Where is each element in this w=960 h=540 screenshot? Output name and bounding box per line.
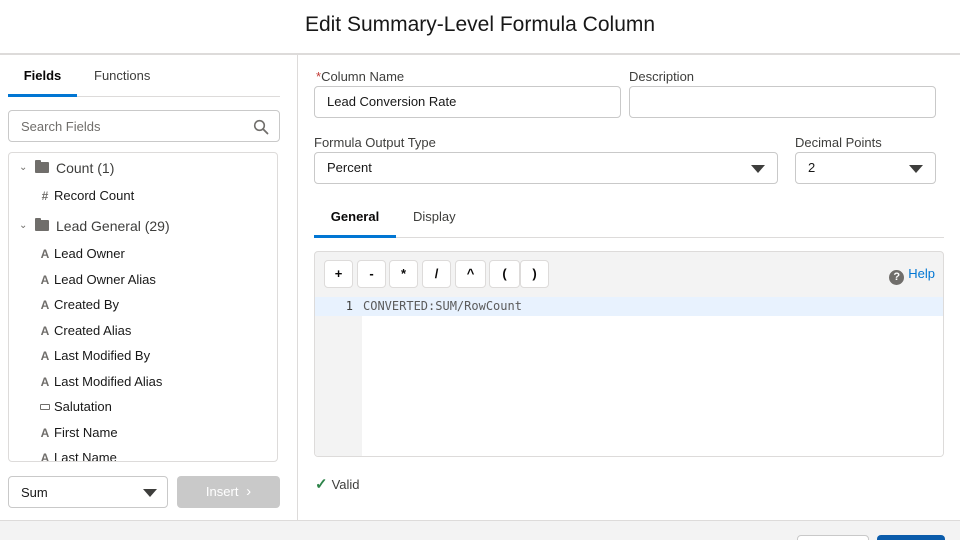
tree-item-label: Created By: [54, 297, 120, 312]
search-fields-input[interactable]: Search Fields: [8, 110, 280, 142]
tree-group-count[interactable]: ⌄ Count (1): [9, 156, 277, 180]
tree-item[interactable]: A Last Name: [9, 446, 277, 462]
picklist-icon: [40, 404, 50, 410]
modal-title: Edit Summary-Level Formula Column: [304, 13, 656, 36]
output-type-value: Percent: [327, 160, 372, 175]
folder-icon: [35, 218, 49, 231]
tree-item[interactable]: A Lead Owner Alias: [9, 268, 277, 292]
divide-operator-button[interactable]: /: [422, 260, 451, 288]
validation-text: Valid: [331, 477, 360, 492]
tab-general[interactable]: General: [314, 202, 396, 238]
tree-group-label: Lead General (29): [56, 218, 170, 234]
tree-item[interactable]: A First Name: [9, 421, 277, 445]
chevron-down-icon: [909, 165, 923, 173]
insert-button[interactable]: Insert ›: [177, 476, 280, 508]
checkmark-icon: ✓: [315, 476, 328, 493]
tree-group-lead-general[interactable]: ⌄ Lead General (29): [9, 214, 277, 238]
field-tree: ⌄ Count (1) # Record Count ⌄ Lead Genera…: [8, 152, 278, 462]
decimal-points-select[interactable]: 2: [795, 152, 936, 184]
formula-code[interactable]: CONVERTED:SUM/RowCount: [363, 299, 522, 313]
open-paren-button[interactable]: (: [489, 260, 520, 288]
column-name-label: *Column Name: [316, 69, 404, 84]
line-gutter: [315, 297, 362, 456]
text-icon: A: [40, 324, 50, 338]
description-label: Description: [629, 69, 695, 84]
column-name-input[interactable]: Lead Conversion Rate: [314, 86, 621, 118]
column-name-label-text: Column Name: [321, 69, 405, 84]
tree-item-label: Lead Owner Alias: [54, 272, 156, 287]
folder-icon: [35, 160, 49, 173]
tab-display[interactable]: Display: [413, 202, 456, 238]
text-icon: A: [40, 273, 50, 287]
help-icon: ?: [889, 270, 905, 285]
text-icon: A: [40, 426, 50, 440]
tab-functions[interactable]: Functions: [94, 55, 150, 97]
chevron-right-icon: ›: [246, 483, 252, 500]
tree-group-label: Count (1): [56, 160, 115, 176]
number-icon: #: [41, 189, 49, 203]
output-type-select[interactable]: Percent: [314, 152, 778, 184]
summary-type-value: Sum: [21, 485, 48, 500]
tree-item-label: Last Modified Alias: [54, 374, 163, 389]
tree-item-label: Created Alias: [54, 323, 132, 338]
insert-label: Insert: [205, 484, 239, 499]
search-placeholder: Search Fields: [21, 119, 101, 134]
tree-item[interactable]: A Last Modified Alias: [9, 370, 277, 394]
apply-button[interactable]: [877, 535, 945, 540]
tree-item-label: Last Name: [54, 450, 117, 462]
text-icon: A: [40, 298, 50, 312]
tree-item-label: First Name: [54, 425, 118, 440]
chevron-down-icon: [143, 489, 157, 497]
text-icon: A: [40, 247, 50, 261]
decimal-points-label: Decimal Points: [795, 135, 882, 150]
tree-item-label: Last Modified By: [54, 348, 151, 363]
tree-item[interactable]: A Lead Owner: [9, 242, 277, 266]
summary-type-select[interactable]: Sum: [8, 476, 168, 508]
modal-footer: [0, 520, 960, 540]
validation-status: ✓ Valid: [315, 475, 360, 493]
formula-tabs: General Display: [314, 202, 944, 238]
tree-item[interactable]: A Last Modified By: [9, 344, 277, 368]
text-icon: A: [40, 451, 50, 462]
close-paren-button[interactable]: ): [520, 260, 549, 288]
chevron-down-icon: ⌄: [19, 220, 28, 231]
tree-item-label: Salutation: [54, 399, 112, 414]
plus-operator-button[interactable]: +: [324, 260, 353, 288]
tree-item[interactable]: Salutation: [9, 395, 277, 419]
chevron-down-icon: ⌄: [19, 162, 28, 173]
line-number: 1: [345, 299, 353, 313]
text-icon: A: [40, 375, 50, 389]
text-icon: A: [40, 349, 50, 363]
output-type-label: Formula Output Type: [314, 135, 436, 150]
description-input[interactable]: [629, 86, 936, 118]
tree-item[interactable]: A Created By: [9, 293, 277, 317]
tree-item-label: Record Count: [54, 188, 135, 203]
formula-panel: *Column Name Lead Conversion Rate Descri…: [299, 55, 960, 521]
fields-panel: Fields Functions Search Fields ⌄ Count (…: [0, 55, 298, 521]
tree-item-label: Lead Owner: [54, 246, 125, 261]
minus-operator-button[interactable]: -: [357, 260, 386, 288]
exponent-operator-button[interactable]: ^: [455, 260, 486, 288]
multiply-operator-button[interactable]: *: [389, 260, 418, 288]
help-label: Help: [908, 266, 935, 281]
modal-header: Edit Summary-Level Formula Column: [0, 0, 960, 55]
chevron-down-icon: [751, 165, 765, 173]
code-area[interactable]: 1 CONVERTED:SUM/RowCount: [315, 297, 943, 456]
cancel-button[interactable]: [797, 535, 869, 540]
tree-item[interactable]: A Created Alias: [9, 319, 277, 343]
help-link[interactable]: ? Help: [889, 266, 935, 285]
search-icon: [253, 119, 269, 135]
left-tabs: Fields Functions: [8, 55, 280, 97]
decimal-points-value: 2: [808, 160, 816, 175]
formula-editor: + - * / ^ ( ) ? Help 1 CONVERTED:SUM/RowC…: [314, 251, 944, 457]
tree-item[interactable]: # Record Count: [9, 184, 277, 208]
tab-fields[interactable]: Fields: [8, 55, 77, 97]
